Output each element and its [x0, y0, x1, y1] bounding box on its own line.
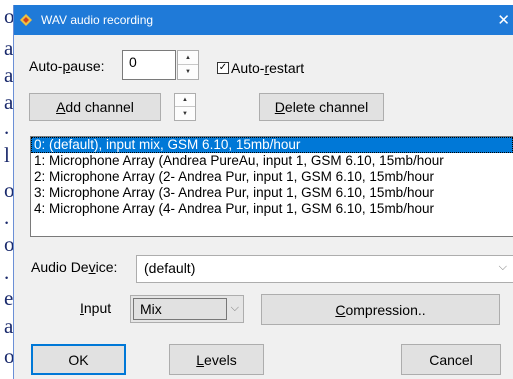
move-up-icon[interactable]: ▲: [175, 94, 195, 107]
doc-glyph: e: [4, 286, 14, 310]
autorestart-checkbox[interactable]: ✓: [217, 62, 229, 74]
doc-glyph: a: [4, 63, 14, 87]
doc-glyph: a: [4, 314, 14, 338]
app-icon: [20, 14, 32, 26]
channel-item[interactable]: 0: (default), input mix, GSM 6.10, 15mb/…: [31, 137, 513, 153]
spin-up-icon[interactable]: ▲: [178, 51, 198, 65]
cancel-button[interactable]: Cancel: [401, 344, 501, 375]
doc-glyph: .: [4, 115, 10, 139]
chevron-down-icon: ⌵: [498, 261, 507, 273]
doc-glyph: a: [4, 36, 14, 60]
doc-glyph: .: [4, 205, 10, 229]
wav-recording-dialog: WAV audio recording ✕ Auto-pause: 0 ▲ ▼ …: [13, 5, 513, 379]
channel-item[interactable]: 4: Microphone Array (4- Andrea Pur, inpu…: [31, 201, 513, 217]
compression-button[interactable]: Compression..: [261, 294, 500, 325]
doc-glyph: l: [4, 143, 10, 167]
autopause-input[interactable]: 0: [122, 50, 176, 80]
title-bar[interactable]: WAV audio recording ✕: [14, 5, 513, 35]
chevron-down-icon: ⌵: [230, 302, 239, 314]
audio-device-select[interactable]: (default) ⌵: [136, 255, 513, 283]
channel-item[interactable]: 3: Microphone Array (3- Andrea Pur, inpu…: [31, 185, 513, 201]
add-channel-button[interactable]: Add channel: [29, 93, 161, 121]
window-title: WAV audio recording: [41, 13, 154, 27]
audio-device-label: Audio Device:: [31, 259, 118, 275]
doc-glyph: a: [4, 90, 14, 114]
autopause-label: Auto-pause:: [29, 58, 105, 74]
audio-device-value: (default): [144, 260, 196, 276]
input-label: Input: [80, 300, 112, 316]
channel-item[interactable]: 2: Microphone Array (2- Andrea Pur, inpu…: [31, 169, 513, 185]
channel-list[interactable]: 0: (default), input mix, GSM 6.10, 15mb/…: [30, 136, 513, 237]
levels-button[interactable]: Levels: [169, 344, 264, 375]
doc-glyph: .: [4, 260, 10, 284]
move-down-icon[interactable]: ▼: [175, 107, 195, 120]
delete-channel-button[interactable]: Delete channel: [259, 93, 384, 121]
spin-down-icon[interactable]: ▼: [178, 65, 198, 79]
ok-button[interactable]: OK: [31, 344, 126, 375]
channel-item[interactable]: 1: Microphone Array (Andrea PureAu, inpu…: [31, 153, 513, 169]
close-icon[interactable]: ✕: [497, 11, 510, 29]
autorestart-label: Auto-restart: [231, 60, 305, 76]
input-select[interactable]: Mix ⌵: [130, 295, 244, 323]
input-select-value: Mix: [133, 298, 227, 320]
autopause-spinner[interactable]: ▲ ▼: [177, 50, 199, 80]
channel-order-spinner[interactable]: ▲ ▼: [174, 93, 196, 121]
